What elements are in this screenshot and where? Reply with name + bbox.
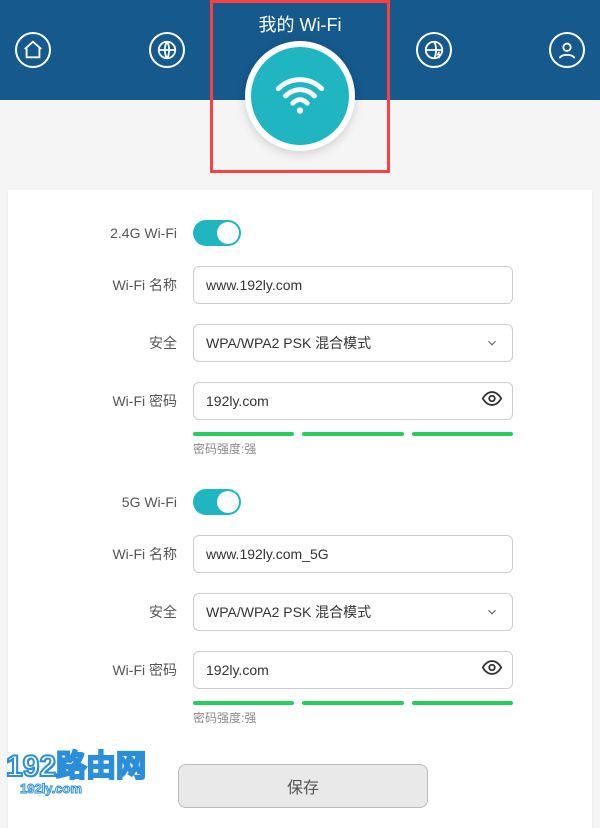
wifi5-toggle-label: 5G Wi-Fi <box>93 494 193 510</box>
wifi5-security-select[interactable]: WPA/WPA2 PSK 混合模式 <box>193 593 513 631</box>
wifi24-toggle[interactable] <box>193 220 241 246</box>
wifi5-security-value: WPA/WPA2 PSK 混合模式 <box>206 602 371 622</box>
chevron-down-icon <box>484 336 500 350</box>
wifi24-security-label: 安全 <box>93 333 193 353</box>
page-title: 我的 Wi-Fi <box>221 3 379 41</box>
user-icon[interactable] <box>549 32 585 68</box>
wifi5-name-input[interactable] <box>193 535 513 573</box>
wifi24-toggle-label: 2.4G Wi-Fi <box>93 225 193 241</box>
active-tab-highlight: 我的 Wi-Fi <box>210 0 390 170</box>
wifi24-strength-text: 密码强度:强 <box>193 440 513 457</box>
wifi24-password-input[interactable] <box>193 382 513 420</box>
eye-icon[interactable] <box>481 388 503 415</box>
eye-icon[interactable] <box>481 657 503 684</box>
watermark-main: 192路由网 <box>6 752 146 782</box>
watermark-sub: 192ly.com <box>20 781 82 796</box>
wifi5-name-label: Wi-Fi 名称 <box>93 544 193 564</box>
wifi24-security-select[interactable]: WPA/WPA2 PSK 混合模式 <box>193 324 513 362</box>
wifi5-security-label: 安全 <box>93 602 193 622</box>
wifi5-strength-bars <box>193 701 513 705</box>
globe-icon[interactable] <box>149 32 185 68</box>
wifi5-strength-text: 密码强度:强 <box>193 709 513 726</box>
wifi24-strength-bars <box>193 432 513 436</box>
app-header: 我的 Wi-Fi <box>0 0 600 100</box>
wifi5-toggle[interactable] <box>193 489 241 515</box>
wifi-icon[interactable] <box>245 41 355 151</box>
save-button[interactable]: 保存 <box>178 764 428 808</box>
home-icon[interactable] <box>15 32 51 68</box>
wifi24-name-input[interactable] <box>193 266 513 304</box>
wifi24-password-label: Wi-Fi 密码 <box>93 391 193 411</box>
wifi24-security-value: WPA/WPA2 PSK 混合模式 <box>206 333 371 353</box>
wifi24-name-label: Wi-Fi 名称 <box>93 275 193 295</box>
globe-lightning-icon[interactable] <box>416 32 452 68</box>
wifi5-password-input[interactable] <box>193 651 513 689</box>
wifi5-password-label: Wi-Fi 密码 <box>93 660 193 680</box>
settings-panel: 2.4G Wi-Fi Wi-Fi 名称 安全 WPA/WPA2 PSK 混合模式… <box>8 190 592 828</box>
chevron-down-icon <box>484 605 500 619</box>
